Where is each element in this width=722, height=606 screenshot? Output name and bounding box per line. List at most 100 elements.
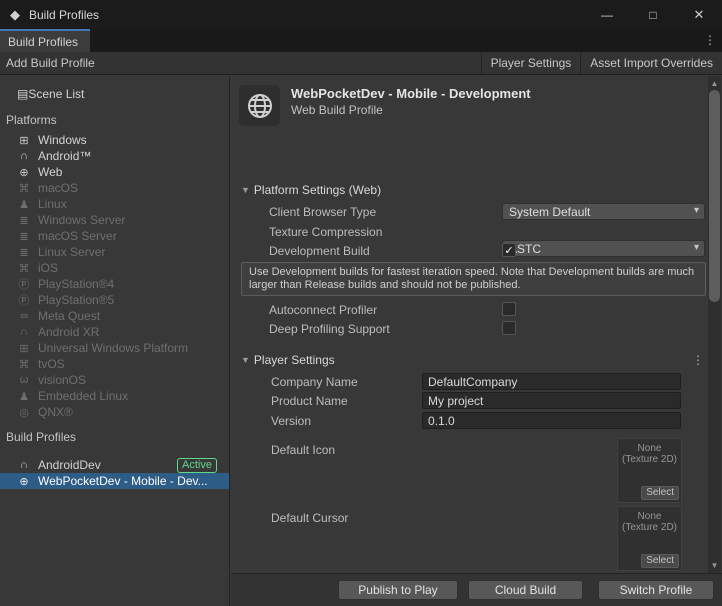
web-globe-icon: ⊕ [19,475,29,488]
default-cursor-object-field[interactable]: None (Texture 2D) Select [617,506,682,571]
sidebar-item-scene-list[interactable]: ▤ Scene List [0,85,229,103]
platform-label: Web [38,165,63,179]
switch-profile-button[interactable]: Switch Profile [598,580,714,600]
development-build-helpbox: Use Development builds for fastest itera… [241,262,706,296]
texture-none-text: None [637,511,662,522]
window-titlebar: ◆ Build Profiles — □ ✕ [0,0,722,29]
autoconnect-profiler-label: Autoconnect Profiler [269,303,378,317]
texture-none-text: None [637,443,662,454]
deep-profiling-checkbox[interactable] [502,321,516,335]
scroll-up-icon[interactable]: ▲ [708,77,721,90]
sidebar-item-playstation5[interactable]: Ⓟ PlayStation®5 [0,292,229,308]
server-icon: ≣ [19,246,29,259]
sidebar-item-embedded-linux[interactable]: ♟ Embedded Linux [0,388,229,404]
android-icon: ∩ [20,326,28,338]
check-icon: ✓ [504,244,514,257]
build-profiles-section-header: Build Profiles [6,429,77,444]
platform-label: Linux [38,197,67,211]
company-name-label: Company Name [271,375,358,389]
platform-label: Windows [38,133,87,147]
profile-item-androiddev[interactable]: ∩ AndroidDev Active [0,457,229,473]
sidebar-item-macos-server[interactable]: ≣ macOS Server [0,228,229,244]
sidebar-item-playstation4[interactable]: Ⓟ PlayStation®4 [0,276,229,292]
apple-icon: ⌘ [18,358,30,371]
platform-settings-title: Platform Settings (Web) [253,183,382,197]
goggles-icon: ω [19,374,29,386]
foldout-triangle-icon: ▼ [241,355,250,365]
default-icon-object-field[interactable]: None (Texture 2D) Select [617,438,682,503]
platform-label: PlayStation®5 [38,293,115,307]
windows-icon: ⊞ [19,134,29,147]
platform-label: Android XR [38,325,100,339]
player-settings-foldout[interactable]: ▼ Player Settings [241,353,335,367]
sidebar-item-android-xr[interactable]: ∩ Android XR [0,324,229,340]
sidebar-item-windows-server[interactable]: ≣ Windows Server [0,212,229,228]
platform-label: QNX® [38,405,73,419]
tab-menu-kebab-icon[interactable]: ⋮ [702,32,718,48]
default-cursor-label: Default Cursor [271,511,349,525]
footer-bar: Publish to Play Cloud Build Switch Profi… [231,573,722,606]
version-label: Version [271,414,312,428]
sidebar-item-visionos[interactable]: ω visionOS [0,372,229,388]
sidebar-item-uwp[interactable]: ⊞ Universal Windows Platform [0,340,229,356]
minimize-button[interactable]: — [584,0,630,29]
windows-icon: ⊞ [19,342,29,355]
add-build-profile-button[interactable]: Add Build Profile [6,52,95,74]
client-browser-type-label: Client Browser Type [269,205,377,219]
select-texture-button[interactable]: Select [641,486,679,500]
company-name-field[interactable]: DefaultCompany [422,373,681,390]
autoconnect-profiler-checkbox[interactable] [502,302,516,316]
product-name-label: Product Name [271,394,348,408]
scrollbar-thumb[interactable] [709,90,720,302]
profile-item-webpocketdev[interactable]: ⊕ WebPocketDev - Mobile - Dev... [0,473,229,489]
apple-icon: ⌘ [18,262,30,275]
development-build-checkbox[interactable]: ✓ [502,243,516,257]
sidebar-item-ios[interactable]: ⌘ iOS [0,260,229,276]
android-icon: ∩ [20,459,28,471]
sidebar-item-web[interactable]: ⊕ Web [0,164,229,180]
close-button[interactable]: ✕ [676,0,722,29]
maximize-button[interactable]: □ [630,0,676,29]
sidebar-item-linux-server[interactable]: ≣ Linux Server [0,244,229,260]
scroll-down-icon[interactable]: ▼ [708,559,721,572]
sidebar-item-android[interactable]: ∩ Android™ [0,148,229,164]
profile-header-icon-box [239,85,280,126]
sidebar-item-linux[interactable]: ♟ Linux [0,196,229,212]
sidebar-item-windows[interactable]: ⊞ Windows [0,132,229,148]
scene-list-icon: ▤ [17,87,29,101]
deep-profiling-label: Deep Profiling Support [269,322,390,336]
sidebar-item-qnx[interactable]: ◎ QNX® [0,404,229,420]
vertical-scrollbar[interactable]: ▲ ▼ [708,76,721,573]
client-browser-type-value: System Default [509,204,591,219]
meta-infinity-icon: ∞ [20,310,28,322]
window-title: Build Profiles [29,7,100,22]
playstation-icon: Ⓟ [18,295,30,307]
profile-label: AndroidDev [38,458,101,472]
playstation-icon: Ⓟ [18,279,30,291]
tab-build-profiles[interactable]: Build Profiles [0,29,90,52]
sidebar-item-meta-quest[interactable]: ∞ Meta Quest [0,308,229,324]
select-texture-button[interactable]: Select [641,554,679,568]
version-field[interactable]: 0.1.0 [422,412,681,429]
sidebar-item-macos[interactable]: ⌘ macOS [0,180,229,196]
publish-to-play-button[interactable]: Publish to Play [338,580,458,600]
product-name-field[interactable]: My project [422,392,681,409]
player-settings-button[interactable]: Player Settings [480,52,581,74]
profile-detail-panel: WebPocketDev - Mobile - Development Web … [231,76,722,606]
platform-label: Linux Server [38,245,106,259]
apple-icon: ⌘ [18,182,30,195]
texture-type-text: (Texture 2D) [621,454,677,465]
platform-label: tvOS [38,357,65,371]
development-build-label: Development Build [269,244,370,258]
platform-label: Android™ [38,149,92,163]
asset-import-overrides-button[interactable]: Asset Import Overrides [580,52,722,74]
profile-subtitle: Web Build Profile [291,103,383,117]
client-browser-type-dropdown[interactable]: System Default ▾ [502,203,705,220]
player-settings-kebab-icon[interactable]: ⋮ [690,353,706,367]
platform-label: visionOS [38,373,87,387]
texture-compression-dropdown[interactable]: ASTC ▾ [502,240,705,257]
platform-settings-foldout[interactable]: ▼ Platform Settings (Web) [241,183,381,197]
cloud-build-button[interactable]: Cloud Build [468,580,583,600]
sidebar-item-tvos[interactable]: ⌘ tvOS [0,356,229,372]
platform-label: Universal Windows Platform [38,341,189,355]
